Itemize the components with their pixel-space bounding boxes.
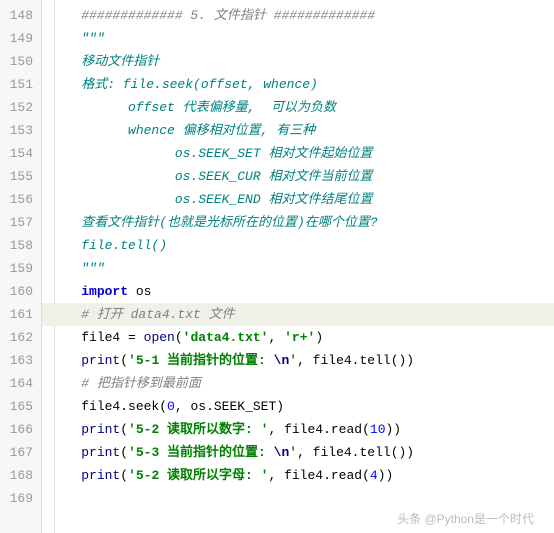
token-str-b: 'r+'	[284, 330, 315, 345]
line-number: 150	[4, 50, 33, 73]
line-number: 153	[4, 119, 33, 142]
token-docstr: os.SEEK_SET 相对文件起始位置	[81, 146, 372, 161]
code-line[interactable]: import os	[42, 280, 554, 303]
line-number: 155	[4, 165, 33, 188]
line-number: 161	[4, 303, 33, 326]
line-number: 163	[4, 349, 33, 372]
token-func: print	[81, 422, 120, 437]
line-number: 166	[4, 418, 33, 441]
token-func: print	[81, 353, 120, 368]
line-number: 159	[4, 257, 33, 280]
code-line[interactable]: os.SEEK_SET 相对文件起始位置	[42, 142, 554, 165]
token-id: , file4.read(	[268, 422, 369, 437]
code-line[interactable]: print('5-3 当前指针的位置: \n', file4.tell())	[42, 441, 554, 464]
token-str-b: 'data4.txt'	[183, 330, 269, 345]
token-docstr: 查看文件指针(也就是光标所在的位置)在哪个位置?	[81, 215, 377, 230]
line-number: 158	[4, 234, 33, 257]
line-number: 168	[4, 464, 33, 487]
token-id: (	[120, 422, 128, 437]
token-str-b: '5-1 当前指针的位置:	[128, 353, 274, 368]
token-func: print	[81, 468, 120, 483]
watermark: 头条 @Python是一个时代	[397, 510, 534, 527]
token-func: open	[144, 330, 175, 345]
token-id: os	[128, 284, 151, 299]
line-number: 169	[4, 487, 33, 510]
token-docstr: file.tell()	[81, 238, 167, 253]
token-id: , file4.read(	[268, 468, 369, 483]
line-number: 156	[4, 188, 33, 211]
token-str-b: '5-3 当前指针的位置:	[128, 445, 274, 460]
token-docstr: whence 偏移相对位置, 有三种	[81, 123, 315, 138]
line-number: 162	[4, 326, 33, 349]
token-str-b: '	[289, 353, 297, 368]
line-number: 149	[4, 27, 33, 50]
token-docstr: os.SEEK_CUR 相对文件当前位置	[81, 169, 372, 184]
code-line[interactable]: ############# 5. 文件指针 #############	[42, 4, 554, 27]
line-number: 157	[4, 211, 33, 234]
code-area[interactable]: ############# 5. 文件指针 ############# """ …	[42, 0, 554, 533]
token-docstr: """	[81, 261, 104, 276]
token-num: 4	[370, 468, 378, 483]
code-line[interactable]: """	[42, 257, 554, 280]
code-line[interactable]: file4 = open('data4.txt', 'r+')	[42, 326, 554, 349]
token-esc: \n	[274, 445, 290, 460]
token-id: , file4.tell())	[297, 445, 414, 460]
token-id: ))	[386, 422, 402, 437]
token-docstr: """	[81, 31, 104, 46]
token-id: )	[315, 330, 323, 345]
line-number: 167	[4, 441, 33, 464]
line-number: 151	[4, 73, 33, 96]
code-line[interactable]: os.SEEK_END 相对文件结尾位置	[42, 188, 554, 211]
line-number: 164	[4, 372, 33, 395]
code-line[interactable]: print('5-2 读取所以数字: ', file4.read(10))	[42, 418, 554, 441]
line-number: 152	[4, 96, 33, 119]
token-str-b: '5-2 读取所以字母: '	[128, 468, 268, 483]
code-line[interactable]	[42, 487, 554, 510]
token-id: ,	[269, 330, 285, 345]
token-num: 0	[167, 399, 175, 414]
token-docstr: os.SEEK_END 相对文件结尾位置	[81, 192, 372, 207]
token-id: (	[120, 353, 128, 368]
code-line[interactable]: file.tell()	[42, 234, 554, 257]
line-number: 148	[4, 4, 33, 27]
token-docstr: 移动文件指针	[81, 54, 159, 69]
line-number: 160	[4, 280, 33, 303]
code-line[interactable]: # 打开 data4.txt 文件	[42, 303, 554, 326]
code-line[interactable]: print('5-1 当前指针的位置: \n', file4.tell())	[42, 349, 554, 372]
token-id: , file4.tell())	[297, 353, 414, 368]
token-str-b: '	[289, 445, 297, 460]
code-line[interactable]: offset 代表偏移量, 可以为负数	[42, 96, 554, 119]
token-id: , os.SEEK_SET)	[175, 399, 284, 414]
token-comment: # 打开 data4.txt 文件	[81, 307, 234, 322]
token-func: print	[81, 445, 120, 460]
line-number: 154	[4, 142, 33, 165]
token-kw-blue: import	[81, 284, 128, 299]
token-id: file4 =	[81, 330, 143, 345]
code-line[interactable]: file4.seek(0, os.SEEK_SET)	[42, 395, 554, 418]
code-line[interactable]: whence 偏移相对位置, 有三种	[42, 119, 554, 142]
code-line[interactable]: 移动文件指针	[42, 50, 554, 73]
token-comment: # 把指针移到最前面	[81, 376, 201, 391]
code-line[interactable]: 格式: file.seek(offset, whence)	[42, 73, 554, 96]
line-number-gutter: 1481491501511521531541551561571581591601…	[0, 0, 42, 533]
code-line[interactable]: os.SEEK_CUR 相对文件当前位置	[42, 165, 554, 188]
token-docstr: offset 代表偏移量, 可以为负数	[81, 100, 336, 115]
code-line[interactable]: 查看文件指针(也就是光标所在的位置)在哪个位置?	[42, 211, 554, 234]
token-id: (	[120, 468, 128, 483]
code-line[interactable]: # 把指针移到最前面	[42, 372, 554, 395]
code-line[interactable]: print('5-2 读取所以字母: ', file4.read(4))	[42, 464, 554, 487]
token-id: (	[175, 330, 183, 345]
token-id: file4.seek(	[81, 399, 167, 414]
token-id: ))	[378, 468, 394, 483]
token-str-b: '5-2 读取所以数字: '	[128, 422, 268, 437]
token-esc: \n	[274, 353, 290, 368]
token-id: (	[120, 445, 128, 460]
token-num: 10	[370, 422, 386, 437]
code-line[interactable]: """	[42, 27, 554, 50]
token-docstr: 格式: file.seek(offset, whence)	[81, 77, 318, 92]
line-number: 165	[4, 395, 33, 418]
token-comment: ############# 5. 文件指针 #############	[81, 8, 375, 23]
code-editor[interactable]: 1481491501511521531541551561571581591601…	[0, 0, 554, 533]
